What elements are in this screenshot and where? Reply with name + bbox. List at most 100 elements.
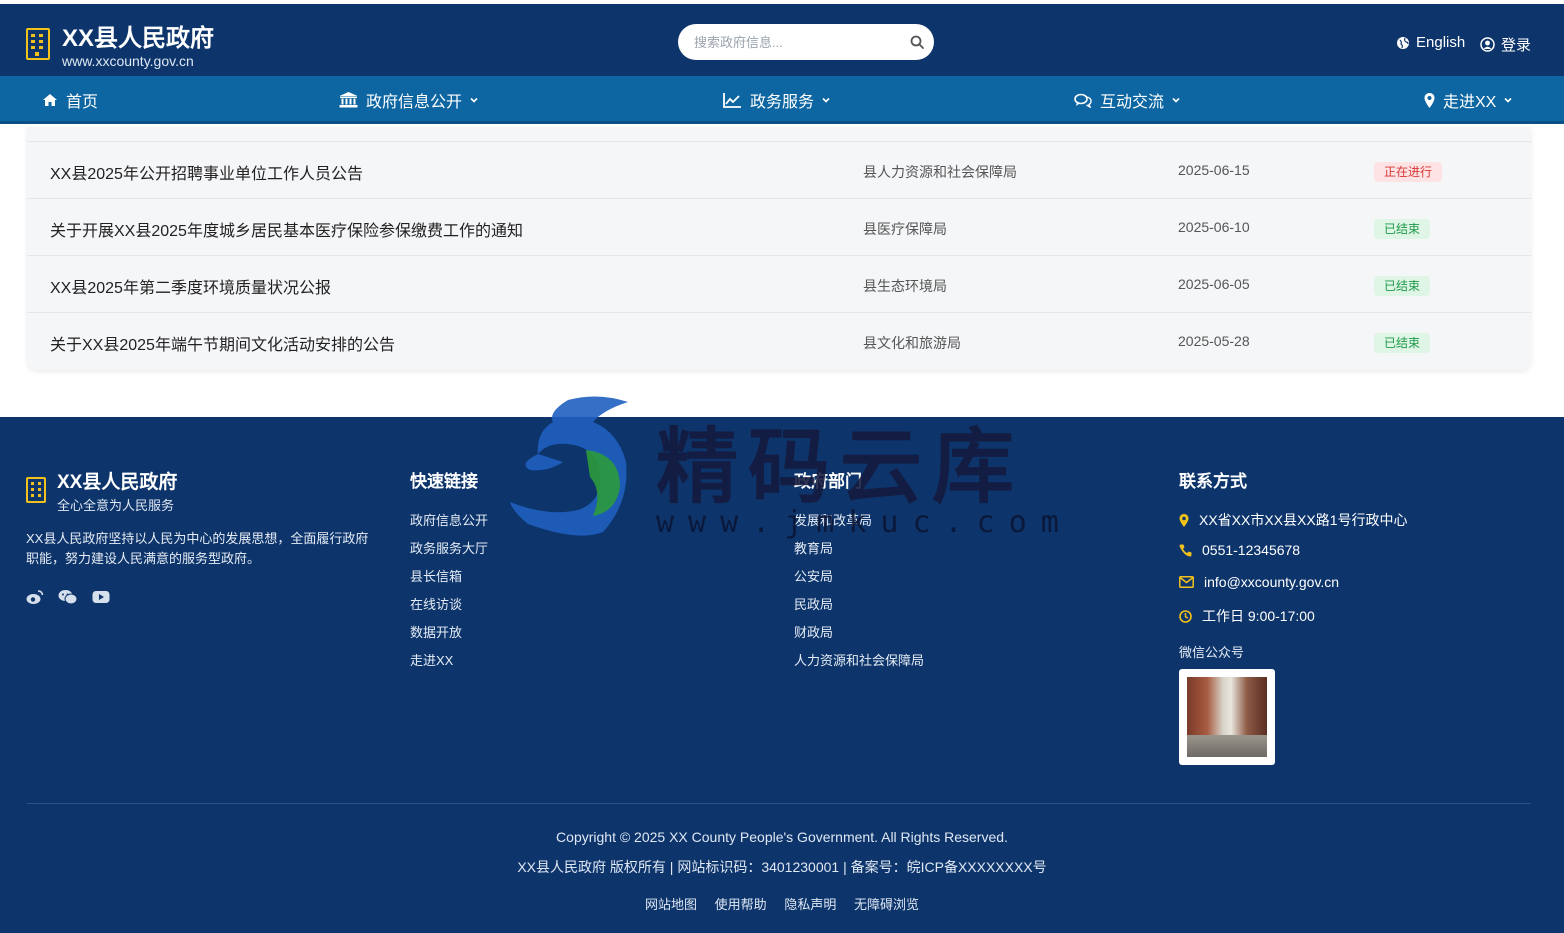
map-marker-icon	[1179, 513, 1189, 527]
department-link[interactable]: 教育局	[794, 538, 833, 557]
bottom-link-privacy[interactable]: 隐私声明	[784, 897, 836, 912]
contact-address-text: XX省XX市XX县XX路1号行政中心	[1199, 512, 1408, 528]
icp-text: XX县人民政府 版权所有 | 网站标识码：3401230001 | 备案号：皖I…	[517, 859, 1047, 875]
building-icon	[26, 28, 50, 60]
weibo-icon[interactable]	[26, 589, 44, 605]
language-label: English	[1416, 34, 1466, 51]
notice-dept: 县文化和旅游局	[863, 335, 961, 351]
chevron-down-icon	[470, 97, 478, 103]
contact-email: info@xxcounty.gov.cn	[1179, 574, 1339, 590]
watermark-text: 精码云库	[656, 419, 1025, 515]
youtube-icon[interactable]	[92, 589, 110, 605]
qr-image	[1187, 677, 1267, 757]
department-link[interactable]: 民政局	[794, 594, 833, 613]
watermark-dragon-logo	[510, 396, 628, 536]
phone-icon	[1179, 544, 1192, 556]
home-icon	[43, 94, 57, 106]
table-row[interactable]: 关于XX县2025年端午节期间文化活动安排的公告 县文化和旅游局 2025-05…	[27, 312, 1531, 369]
nav-label: 走进XX	[1443, 94, 1497, 111]
notice-date: 2025-06-15	[1178, 162, 1250, 178]
notice-dept: 县医疗保障局	[863, 221, 947, 237]
contact-hours: 工作日 9:00-17:00	[1179, 606, 1315, 626]
bottom-link-sitemap[interactable]: 网站地图	[645, 897, 697, 912]
footer-site-name: XX县人民政府	[57, 472, 178, 493]
footer-description: XX县人民政府坚持以人民为中心的发展思想，全面履行政府职能，努力建设人民满意的服…	[26, 531, 369, 566]
notice-date: 2025-06-10	[1178, 219, 1250, 235]
notice-title[interactable]: XX县2025年第二季度环境质量状况公报	[50, 274, 331, 298]
quick-link[interactable]: 县长信箱	[410, 566, 462, 585]
footer-slogan: 全心全意为人民服务	[57, 498, 175, 513]
user-circle-icon	[1480, 37, 1495, 52]
site-header: XX县人民政府 www.xxcounty.gov.cn English 登录	[0, 0, 1564, 76]
nav-item-interaction[interactable]: 互动交流	[1074, 76, 1180, 124]
nav-label: 政府信息公开	[366, 94, 463, 111]
notice-table: XX县2025年公开招聘事业单位工作人员公告 县人力资源和社会保障局 2025-…	[27, 127, 1531, 370]
line-chart-icon	[723, 92, 741, 108]
nav-item-gov-info[interactable]: 政府信息公开	[339, 76, 478, 124]
notice-title[interactable]: XX县2025年公开招聘事业单位工作人员公告	[50, 160, 363, 184]
site-title[interactable]: XX县人民政府	[62, 18, 214, 53]
quick-links-title: 快速链接	[410, 472, 478, 491]
search-icon[interactable]	[910, 35, 924, 49]
nav-label: 互动交流	[1100, 94, 1165, 111]
nav-item-services[interactable]: 政务服务	[723, 76, 830, 124]
wechat-qr-code	[1179, 669, 1275, 765]
nav-item-home[interactable]: 首页	[42, 76, 98, 124]
table-row[interactable]: XX县2025年第二季度环境质量状况公报 县生态环境局 2025-06-05 已…	[27, 255, 1531, 312]
status-badge: 已结束	[1374, 333, 1431, 353]
chevron-down-icon	[1504, 97, 1512, 103]
table-row[interactable]: 关于开展XX县2025年度城乡居民基本医疗保险参保缴费工作的通知 县医疗保障局 …	[27, 198, 1531, 255]
contact-phone: 0551-12345678	[1179, 542, 1300, 558]
table-row[interactable]: XX县2025年公开招聘事业单位工作人员公告 县人力资源和社会保障局 2025-…	[27, 141, 1531, 198]
login-link[interactable]: 登录	[1480, 34, 1531, 55]
contact-address: XX省XX市XX县XX路1号行政中心	[1179, 510, 1408, 530]
nav-label: 首页	[66, 94, 99, 111]
bottom-links: 网站地图 使用帮助 隐私声明 无障碍浏览	[0, 894, 1564, 913]
site-domain: www.xxcounty.gov.cn	[62, 53, 194, 69]
nav-item-about[interactable]: 走进XX	[1424, 76, 1512, 124]
copyright-text: Copyright © 2025 XX County People's Gove…	[556, 829, 1008, 845]
chevron-down-icon	[1172, 97, 1180, 103]
nav-label: 政务服务	[750, 94, 815, 111]
footer-divider	[27, 803, 1531, 804]
notice-date: 2025-05-28	[1178, 333, 1250, 349]
search-input[interactable]	[694, 32, 894, 52]
quick-link[interactable]: 走进XX	[410, 650, 453, 669]
login-label: 登录	[1501, 37, 1532, 54]
bottom-link-accessibility[interactable]: 无障碍浏览	[854, 897, 919, 912]
quick-link[interactable]: 政务服务大厅	[410, 538, 488, 557]
contact-hours-text: 工作日 9:00-17:00	[1202, 608, 1315, 624]
envelope-icon	[1179, 576, 1194, 588]
search-box	[678, 24, 934, 60]
institution-icon	[339, 92, 358, 108]
bottom-link-help[interactable]: 使用帮助	[715, 897, 767, 912]
notice-title[interactable]: 关于开展XX县2025年度城乡居民基本医疗保险参保缴费工作的通知	[50, 217, 523, 241]
quick-link[interactable]: 政府信息公开	[410, 510, 488, 529]
contact-title: 联系方式	[1179, 472, 1247, 491]
notice-title[interactable]: 关于XX县2025年端午节期间文化活动安排的公告	[50, 331, 395, 355]
status-badge: 已结束	[1374, 219, 1431, 239]
globe-icon	[1397, 36, 1409, 49]
status-badge: 已结束	[1374, 276, 1431, 296]
department-link[interactable]: 财政局	[794, 622, 833, 641]
notice-date: 2025-06-05	[1178, 276, 1250, 292]
quick-link[interactable]: 数据开放	[410, 622, 462, 641]
comments-icon	[1074, 93, 1092, 108]
department-link[interactable]: 公安局	[794, 566, 833, 585]
main-nav: 首页 政府信息公开 政务服务 互动交流 走进XX	[0, 76, 1564, 124]
wechat-qr-label: 微信公众号	[1179, 645, 1245, 660]
department-link[interactable]: 人力资源和社会保障局	[794, 650, 924, 669]
notice-dept: 县人力资源和社会保障局	[863, 164, 1017, 180]
wechat-icon[interactable]	[58, 589, 78, 605]
chevron-down-icon	[822, 97, 830, 103]
clock-icon	[1179, 609, 1192, 623]
language-switch[interactable]: English	[1396, 34, 1465, 51]
contact-phone-text: 0551-12345678	[1202, 542, 1301, 558]
building-icon	[26, 477, 46, 503]
quick-link[interactable]: 在线访谈	[410, 594, 462, 613]
notice-dept: 县生态环境局	[863, 278, 947, 294]
status-badge: 正在进行	[1374, 162, 1443, 182]
contact-email-text[interactable]: info@xxcounty.gov.cn	[1204, 574, 1339, 590]
map-marker-icon	[1424, 92, 1435, 108]
watermark-url: www.jmkuc.com	[656, 505, 1073, 540]
